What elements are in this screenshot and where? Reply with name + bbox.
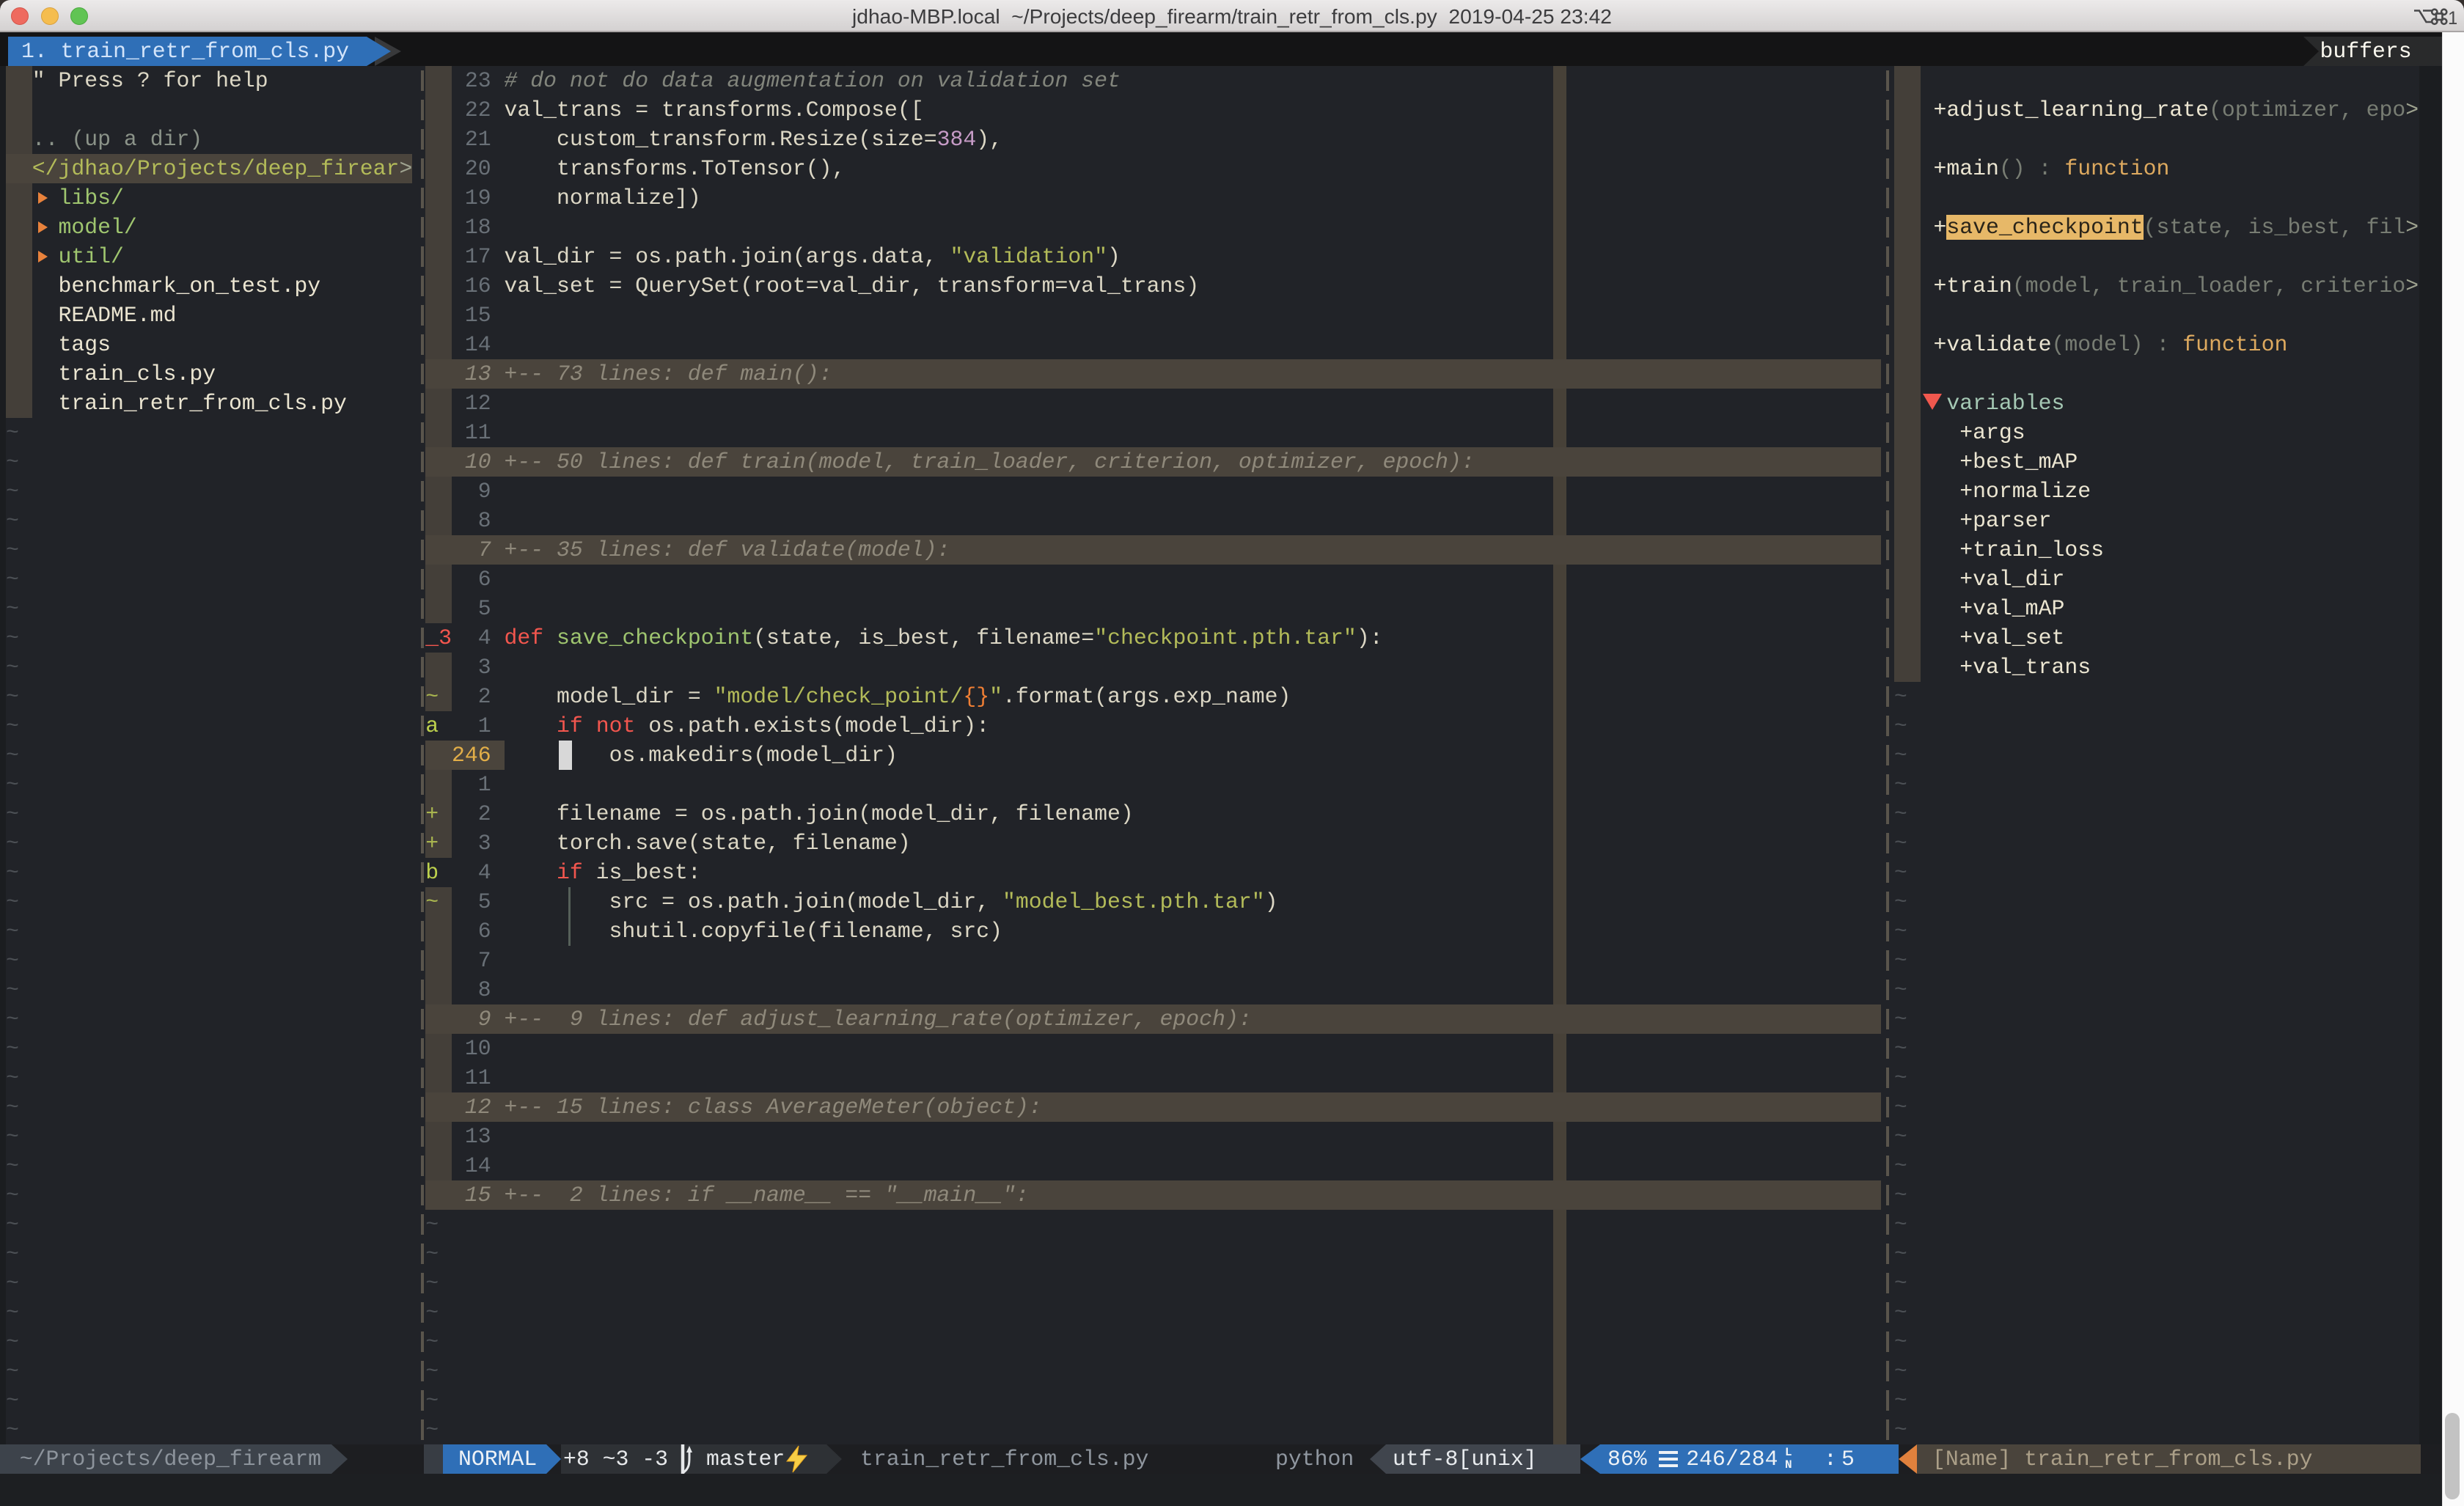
svg-text:1: 1 bbox=[2448, 8, 2457, 26]
